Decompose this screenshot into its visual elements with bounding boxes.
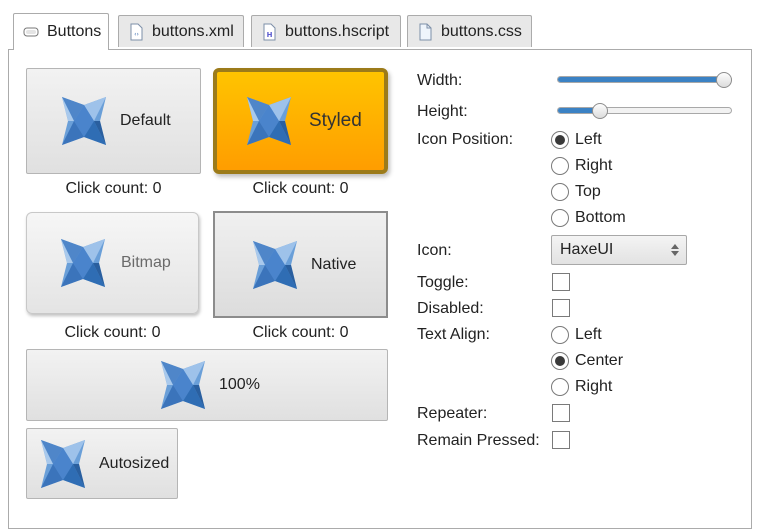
radio-button[interactable] [551, 352, 569, 370]
toggle-checkbox[interactable] [552, 273, 570, 291]
styled-button-label: Styled [309, 110, 362, 131]
radio-button[interactable] [551, 183, 569, 201]
icon-position-left-radio[interactable]: Left [551, 129, 602, 151]
native-button-label: Native [311, 255, 357, 273]
toggle-label: Toggle: [417, 274, 469, 291]
icon-position-label: Icon Position: [417, 131, 514, 148]
disabled-label: Disabled: [417, 300, 484, 317]
autosized-button[interactable]: Autosized [26, 428, 178, 499]
width-label: Width: [417, 72, 463, 89]
icon-dropdown-value: HaxeUI [560, 241, 614, 258]
radio-button[interactable] [551, 378, 569, 396]
radio-button[interactable] [551, 157, 569, 175]
radio-button[interactable] [551, 131, 569, 149]
radio-label: Right [575, 378, 613, 395]
radio-label: Left [575, 326, 602, 343]
haxe-logo-icon [56, 93, 112, 149]
width-slider-thumb[interactable] [716, 72, 732, 88]
full-width-button[interactable]: 100% [26, 349, 388, 421]
default-button-label: Default [120, 112, 171, 129]
button-icon [23, 27, 39, 37]
icon-position-bottom-radio[interactable]: Bottom [551, 207, 626, 229]
tab-label: buttons.hscript [285, 22, 390, 40]
radio-label: Top [575, 183, 601, 200]
xml-file-icon: ‹› [130, 23, 143, 40]
bitmap-button-label: Bitmap [121, 254, 171, 271]
icon-label: Icon: [417, 242, 452, 259]
remain-pressed-checkbox[interactable] [552, 431, 570, 449]
tab-buttons-hscript[interactable]: H buttons.hscript [251, 15, 401, 47]
css-file-icon [419, 23, 432, 40]
styled-click-count: Click count: 0 [252, 180, 349, 197]
tab-buttons[interactable]: Buttons [13, 13, 109, 50]
text-align-left-radio[interactable]: Left [551, 324, 602, 346]
repeater-checkbox[interactable] [552, 404, 570, 422]
updown-arrows-icon [671, 244, 679, 256]
tab-label: buttons.css [441, 22, 522, 40]
haxe-logo-icon [155, 357, 211, 413]
disabled-checkbox[interactable] [552, 299, 570, 317]
default-click-count: Click count: 0 [65, 180, 162, 197]
radio-button[interactable] [551, 209, 569, 227]
native-button[interactable]: Native [213, 211, 388, 318]
default-button[interactable]: Default [26, 68, 201, 174]
repeater-label: Repeater: [417, 405, 488, 422]
haxe-logo-icon [35, 436, 91, 492]
width-slider[interactable] [557, 76, 732, 83]
height-label: Height: [417, 103, 468, 120]
radio-label: Bottom [575, 209, 626, 226]
hscript-file-icon: H [263, 23, 276, 40]
radio-button[interactable] [551, 326, 569, 344]
svg-text:H: H [267, 31, 273, 39]
text-align-right-radio[interactable]: Right [551, 376, 612, 398]
svg-text:‹›: ‹› [134, 31, 139, 38]
bitmap-click-count: Click count: 0 [64, 324, 161, 341]
radio-label: Left [575, 131, 602, 148]
tab-label: buttons.xml [152, 22, 234, 40]
height-slider-thumb[interactable] [591, 103, 608, 119]
native-click-count: Click count: 0 [252, 324, 349, 341]
icon-position-top-radio[interactable]: Top [551, 181, 601, 203]
autosized-button-label: Autosized [99, 454, 170, 472]
tab-buttons-xml[interactable]: ‹› buttons.xml [118, 15, 244, 47]
tab-label: Buttons [47, 23, 102, 40]
width-slider-fill [558, 77, 725, 82]
icon-position-right-radio[interactable]: Right [551, 155, 612, 177]
icon-dropdown[interactable]: HaxeUI [551, 235, 687, 265]
remain-pressed-label: Remain Pressed: [417, 432, 540, 449]
height-slider[interactable] [557, 107, 732, 114]
tab-bar: Buttons ‹› buttons.xml H buttons.hscript… [0, 0, 758, 50]
tab-buttons-css[interactable]: buttons.css [407, 15, 532, 47]
radio-label: Right [575, 157, 613, 174]
bitmap-button[interactable]: Bitmap [26, 212, 199, 314]
haxe-logo-icon [55, 235, 111, 291]
radio-label: Center [575, 352, 624, 369]
text-align-label: Text Align: [417, 326, 490, 343]
full-width-button-label: 100% [219, 376, 260, 393]
haxe-logo-icon [247, 237, 303, 293]
text-align-center-radio[interactable]: Center [551, 350, 623, 372]
haxe-logo-icon [241, 93, 297, 149]
styled-button[interactable]: Styled [213, 68, 388, 174]
